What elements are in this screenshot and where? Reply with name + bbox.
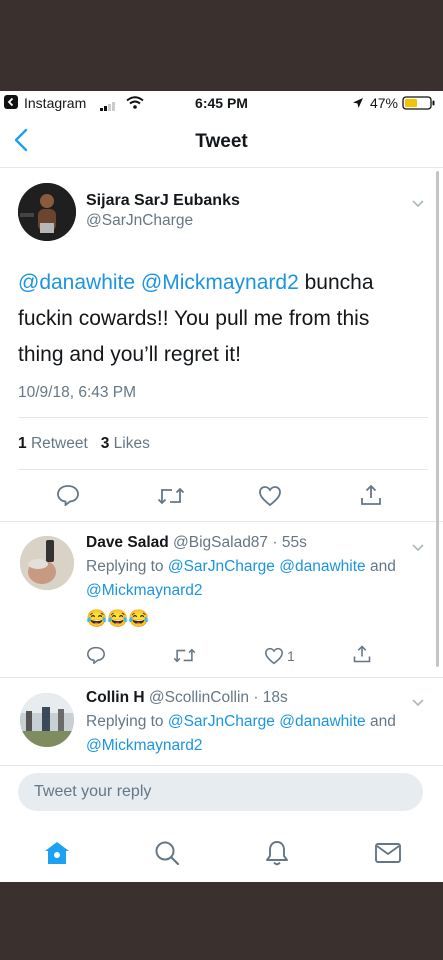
reply-reply-icon[interactable] bbox=[86, 646, 106, 669]
replying-to-mickmaynard2[interactable]: @Mickmaynard2 bbox=[86, 582, 203, 599]
mention-danawhite[interactable]: @danawhite bbox=[18, 271, 135, 294]
reply-like-heart-icon[interactable] bbox=[264, 647, 284, 670]
mail-icon[interactable] bbox=[374, 842, 402, 869]
author-avatar[interactable] bbox=[18, 183, 76, 241]
reply-icon[interactable] bbox=[56, 484, 80, 511]
replying-to-sarjncharge[interactable]: @SarJnCharge bbox=[168, 713, 275, 730]
share-icon[interactable] bbox=[359, 483, 383, 512]
replying-to-prefix: Replying to bbox=[86, 558, 168, 575]
reply-header: Collin H @ScollinCollin · 18s bbox=[86, 689, 288, 707]
divider bbox=[0, 521, 443, 522]
like-count[interactable]: 3 bbox=[101, 435, 110, 452]
page-title: Tweet bbox=[195, 131, 248, 152]
replying-to-mickmaynard2[interactable]: @Mickmaynard2 bbox=[86, 737, 203, 754]
replying-to-sarjncharge[interactable]: @SarJnCharge bbox=[168, 558, 275, 575]
reply-text: 😂😂😂 bbox=[86, 609, 150, 628]
reply-input[interactable]: Tweet your reply bbox=[18, 773, 423, 811]
replying-to-and: and bbox=[369, 713, 396, 730]
author-display-name[interactable]: Sijara SarJ Eubanks bbox=[86, 192, 240, 210]
reply-avatar[interactable] bbox=[20, 693, 74, 747]
home-icon[interactable] bbox=[43, 840, 71, 871]
divider bbox=[0, 765, 443, 766]
reply-handle-time: @BigSalad87 · 55s bbox=[173, 534, 307, 551]
tweet-stats: 1 Retweet 3 Likes bbox=[18, 435, 150, 453]
nav-bar: Tweet bbox=[0, 115, 443, 168]
reply-share-icon[interactable] bbox=[352, 644, 372, 669]
reply-author-name[interactable]: Dave Salad bbox=[86, 534, 169, 551]
replying-to-danawhite[interactable]: @danawhite bbox=[279, 558, 365, 575]
divider bbox=[18, 417, 428, 418]
bell-icon[interactable] bbox=[264, 839, 290, 872]
reply-handle-time: @ScollinCollin · 18s bbox=[148, 689, 288, 706]
mention-mickmaynard2[interactable]: @Mickmaynard2 bbox=[141, 271, 299, 294]
like-heart-icon[interactable] bbox=[258, 485, 282, 512]
tweet-timestamp: 10/9/18, 6:43 PM bbox=[18, 384, 137, 401]
retweet-icon[interactable] bbox=[157, 486, 185, 511]
author-handle[interactable]: @SarJnCharge bbox=[86, 212, 193, 230]
replying-to-danawhite[interactable]: @danawhite bbox=[279, 713, 365, 730]
reply-options-chevron-icon[interactable] bbox=[411, 540, 425, 558]
reply-author-name[interactable]: Collin H bbox=[86, 689, 145, 706]
divider bbox=[0, 677, 443, 678]
replying-to: Replying to @SarJnCharge @danawhite and … bbox=[86, 555, 406, 603]
replying-to-prefix: Replying to bbox=[86, 713, 168, 730]
tweet-text: @danawhite @Mickmaynard2 buncha fuckin c… bbox=[18, 265, 418, 373]
retweet-count[interactable]: 1 bbox=[18, 435, 27, 452]
reply-input-placeholder: Tweet your reply bbox=[34, 783, 152, 800]
retweet-label[interactable]: Retweet bbox=[31, 435, 88, 452]
tab-bar bbox=[0, 831, 443, 882]
like-label[interactable]: Likes bbox=[114, 435, 150, 452]
reply-retweet-icon[interactable] bbox=[173, 647, 196, 669]
divider bbox=[18, 469, 428, 470]
replying-to: Replying to @SarJnCharge @danawhite and … bbox=[86, 710, 406, 758]
twitter-screen: Instagram 6:45 PM 47% Tweet Sijara SarJ … bbox=[0, 91, 443, 882]
reply-header: Dave Salad @BigSalad87 · 55s bbox=[86, 534, 307, 552]
scrollbar[interactable] bbox=[436, 171, 439, 667]
status-bar: Instagram 6:45 PM 47% bbox=[0, 91, 443, 115]
battery-icon bbox=[402, 96, 436, 113]
reply-like-count: 1 bbox=[287, 648, 295, 664]
search-icon[interactable] bbox=[154, 840, 180, 871]
tweet-options-chevron-icon[interactable] bbox=[411, 196, 425, 214]
reply-options-chevron-icon[interactable] bbox=[411, 695, 425, 713]
location-arrow-icon bbox=[352, 96, 364, 112]
replying-to-and: and bbox=[369, 558, 396, 575]
battery-percent: 47% bbox=[369, 95, 398, 111]
reply-avatar[interactable] bbox=[20, 536, 74, 590]
